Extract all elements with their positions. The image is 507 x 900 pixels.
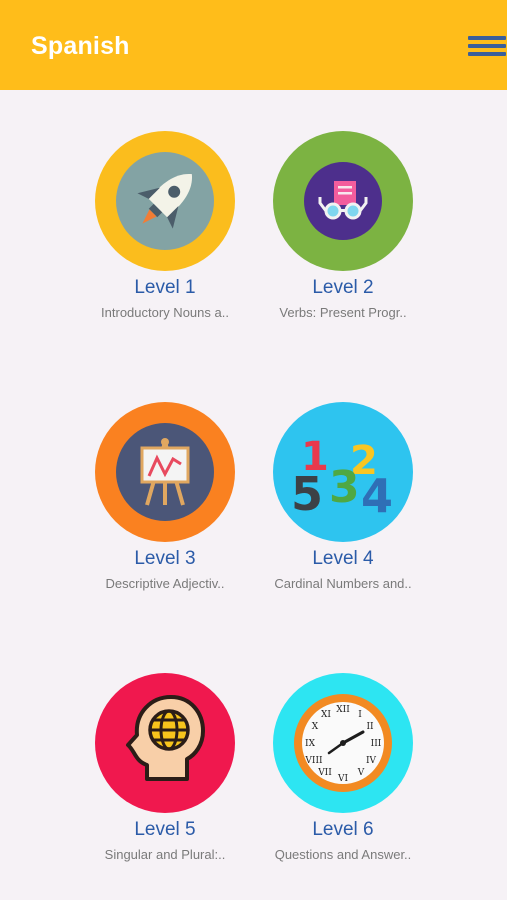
svg-text:VII: VII [317, 768, 332, 778]
level-title: Level 6 [312, 819, 374, 840]
svg-text:X: X [312, 722, 319, 732]
level-card-6[interactable]: XII I II III IV V VI VII VIII IX X XI Le… [258, 673, 428, 873]
head-globe-icon [95, 673, 235, 813]
numbers-icon: 1 2 5 3 4 [273, 402, 413, 542]
level-card-4[interactable]: 1 2 5 3 4 Level 4 Cardinal Numbers and.. [258, 402, 428, 602]
clock-icon: XII I II III IV V VI VII VIII IX X XI [273, 673, 413, 813]
level-subtitle: Descriptive Adjectiv.. [105, 576, 225, 591]
level-title: Level 1 [134, 277, 196, 298]
svg-text:IV: IV [366, 756, 377, 766]
svg-text:VIII: VIII [304, 756, 323, 766]
level-title: Level 4 [312, 548, 374, 569]
level-subtitle: Cardinal Numbers and.. [274, 576, 412, 591]
reading-glasses-icon [273, 131, 413, 271]
presentation-easel-icon [95, 402, 235, 542]
level-title: Level 5 [134, 819, 196, 840]
level-card-1[interactable]: Level 1 Introductory Nouns a.. [80, 131, 250, 331]
svg-text:II: II [366, 722, 374, 732]
svg-text:5: 5 [291, 467, 323, 521]
level-subtitle: Verbs: Present Progr.. [279, 305, 407, 320]
level-card-5[interactable]: Level 5 Singular and Plural:.. [80, 673, 250, 873]
app-title: Spanish [31, 32, 130, 60]
app-bar: Spanish [0, 0, 507, 90]
level-card-3[interactable]: Level 3 Descriptive Adjectiv.. [80, 402, 250, 602]
svg-text:4: 4 [361, 469, 393, 523]
level-subtitle: Singular and Plural:.. [104, 847, 226, 862]
svg-text:IX: IX [305, 739, 316, 749]
hamburger-menu-icon[interactable] [462, 30, 506, 62]
svg-text:VI: VI [337, 774, 348, 784]
level-card-2[interactable]: Level 2 Verbs: Present Progr.. [258, 131, 428, 331]
svg-text:3: 3 [329, 462, 360, 513]
svg-text:V: V [357, 768, 365, 778]
level-subtitle: Questions and Answer.. [274, 847, 412, 862]
rocket-icon [95, 131, 235, 271]
svg-text:XI: XI [321, 710, 331, 720]
svg-text:III: III [371, 739, 382, 749]
svg-text:XII: XII [336, 705, 350, 715]
level-title: Level 3 [134, 548, 196, 569]
level-subtitle: Introductory Nouns a.. [101, 305, 229, 320]
level-title: Level 2 [312, 277, 374, 298]
svg-text:I: I [358, 710, 362, 720]
